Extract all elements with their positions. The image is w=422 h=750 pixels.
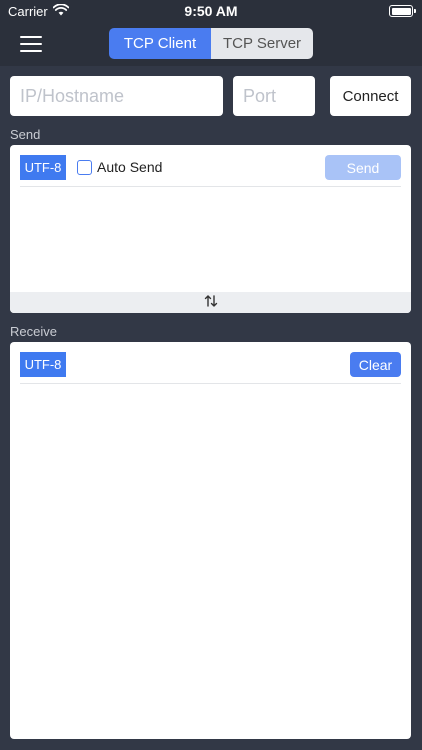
hamburger-menu-icon[interactable]: [20, 34, 42, 52]
auto-send-label: Auto Send: [97, 159, 163, 175]
send-section-label: Send: [10, 127, 41, 142]
send-text-area[interactable]: [20, 188, 401, 291]
ip-hostname-input[interactable]: IP/Hostname: [10, 76, 223, 116]
tab-tcp-client[interactable]: TCP Client: [109, 28, 211, 59]
connect-button[interactable]: Connect: [330, 76, 411, 116]
swap-bar[interactable]: [10, 292, 411, 313]
receive-encoding-button[interactable]: UTF-8: [20, 352, 66, 377]
divider: [20, 186, 401, 187]
clear-button[interactable]: Clear: [350, 352, 401, 377]
send-encoding-button[interactable]: UTF-8: [20, 155, 66, 180]
send-panel: UTF-8 Auto Send Send: [10, 145, 411, 313]
receive-panel: UTF-8 Clear: [10, 342, 411, 739]
battery-icon: [389, 5, 416, 17]
send-button[interactable]: Send: [325, 155, 401, 180]
auto-send-checkbox[interactable]: [77, 160, 92, 175]
mode-segmented-control: TCP Client TCP Server: [109, 28, 313, 59]
port-input[interactable]: Port: [233, 76, 315, 116]
status-bar: Carrier 9:50 AM: [0, 0, 422, 22]
swap-arrows-icon: [204, 294, 218, 312]
main-content: IP/Hostname Port Connect Send UTF-8 Auto…: [0, 66, 422, 750]
clock: 9:50 AM: [184, 3, 238, 19]
divider: [20, 383, 401, 384]
receive-text-area[interactable]: [20, 385, 401, 729]
nav-bar: TCP Client TCP Server: [0, 22, 422, 66]
tab-tcp-server[interactable]: TCP Server: [211, 28, 313, 59]
receive-section-label: Receive: [10, 324, 57, 339]
